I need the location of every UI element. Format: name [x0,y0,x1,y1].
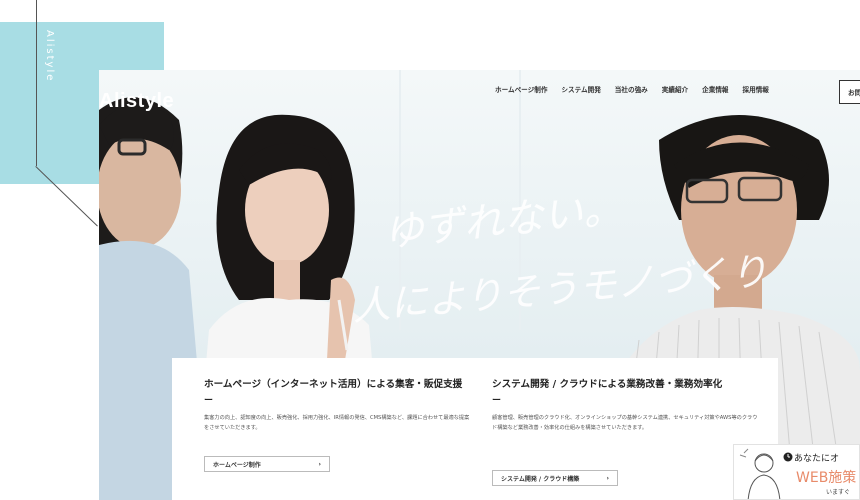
nav-item-homepage[interactable]: ホームページ制作 [495,84,547,94]
main-nav: ホームページ制作 システム開発 当社の強み 実績紹介 企業情報 採用情報 [495,84,769,94]
service-homepage: ホームページ（インターネット活用）による集客・販促支援 ー 集客力の向上、認知度… [204,378,474,472]
service-system: システム開発 / クラウドによる業務改善・業務効率化 ー 顧客管理、販売管理のク… [492,378,762,486]
site-logo[interactable]: Alistyle [99,90,174,113]
homepage-link-label: ホームページ制作 [213,461,261,469]
system-link-button[interactable]: システム開発 / クラウド構築 › [492,470,618,486]
web-strategy-banner[interactable]: あなたにオ WEB施策 いますぐ [733,444,860,500]
nav-item-recruit[interactable]: 採用情報 [743,84,769,94]
system-link-label: システム開発 / クラウド構築 [501,475,580,483]
service-system-desc: 顧客管理、販売管理のクラウド化、オンラインショップの基幹システム連携、セキュリテ… [492,415,758,431]
clock-icon [783,452,793,462]
nav-item-company[interactable]: 企業情報 [702,84,728,94]
contact-button-label: お問 [848,89,860,97]
nav-item-system[interactable]: システム開発 [561,84,600,94]
service-system-title: システム開発 / クラウドによる業務改善・業務効率化 [492,379,723,390]
arrow-right-icon: › [606,474,609,482]
nav-item-works[interactable]: 実績紹介 [662,84,688,94]
arrow-right-icon: › [318,460,321,468]
banner-line2: WEB施策 [796,470,857,486]
service-homepage-dash: ー [204,396,214,406]
service-homepage-desc: 集客力の向上、認知度の向上、販売強化、採用力強化、IR情報の発信、CMS構築など… [204,415,470,431]
service-homepage-title: ホームページ（インターネット活用）による集客・販促支援 [204,379,463,390]
nav-item-strengths[interactable]: 当社の強み [615,84,648,94]
hero-section: Alistyle ホームページ制作 システム開発 当社の強み 実績紹介 企業情報… [99,70,860,500]
side-brand-label: Alistyle [44,30,55,83]
banner-line3: いますぐ [826,489,851,496]
service-system-dash: ー [492,396,502,406]
contact-button[interactable]: お問 [839,80,860,104]
decorative-line [36,0,37,166]
services-card: ホームページ（インターネット活用）による集客・販促支援 ー 集客力の向上、認知度… [172,358,778,500]
homepage-link-button[interactable]: ホームページ制作 › [204,456,330,472]
banner-line1: あなたにオ [794,454,840,464]
